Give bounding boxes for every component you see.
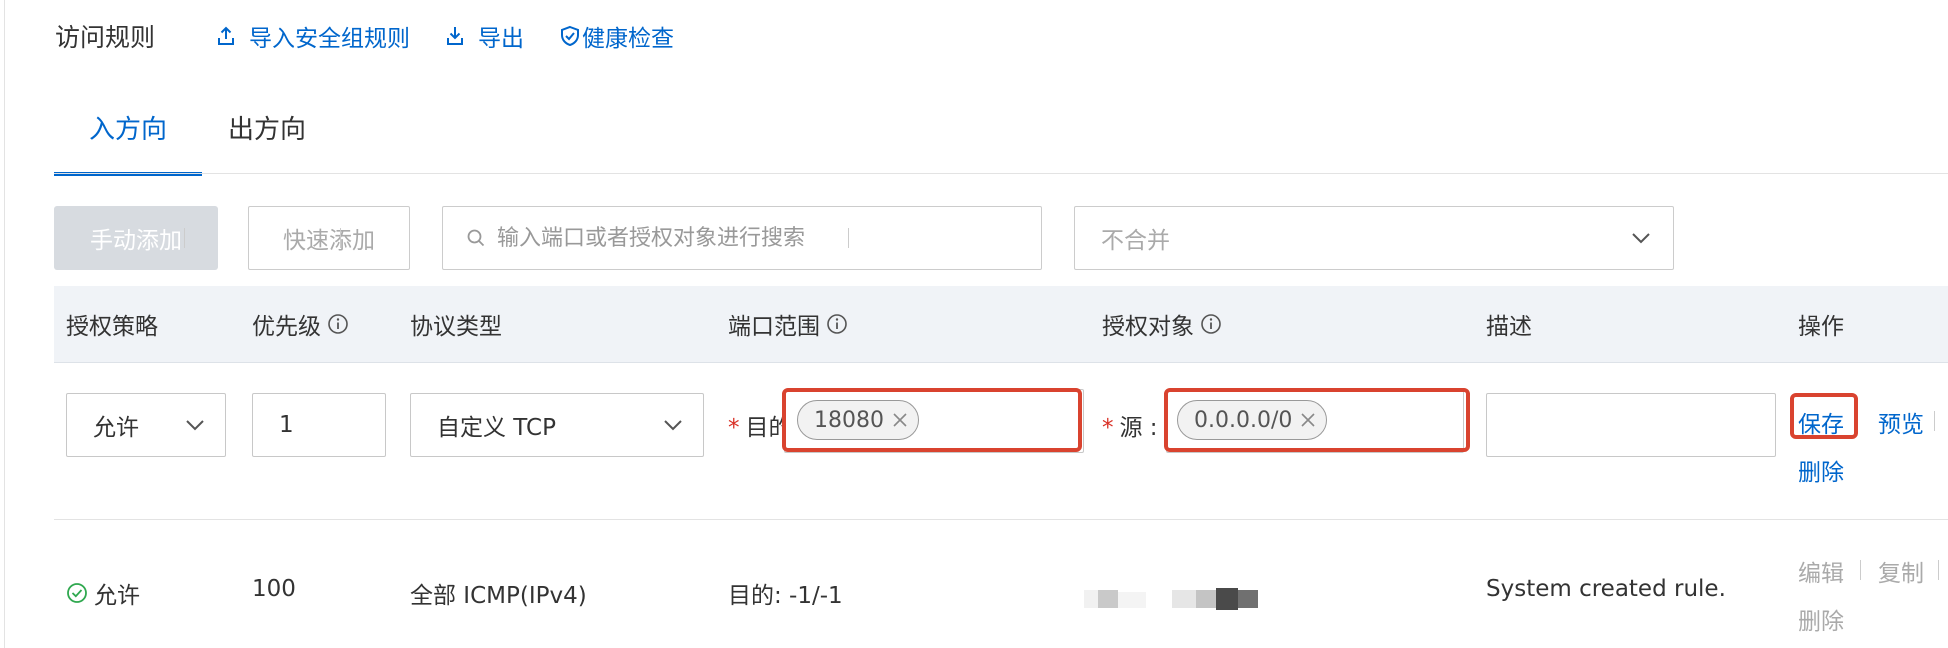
delete-link[interactable]: 删除 bbox=[1798, 602, 1844, 636]
import-rules-label: 导入安全组规则 bbox=[249, 26, 411, 52]
column-header-description: 描述 bbox=[1486, 286, 1532, 362]
column-header-actions: 操作 bbox=[1798, 286, 1844, 362]
search-icon bbox=[467, 229, 485, 247]
column-label: 操作 bbox=[1798, 314, 1844, 340]
action-separator bbox=[1860, 560, 1861, 580]
manual-add-button[interactable]: 手动添加 bbox=[54, 206, 218, 270]
quick-add-button[interactable]: 快速添加 bbox=[248, 206, 410, 270]
protocol-select-value: 自定义 TCP bbox=[437, 415, 556, 441]
toolbar: 手动添加 快速添加 不合并 bbox=[54, 206, 1674, 270]
direction-tabs: 入方向 出方向 bbox=[54, 106, 1948, 176]
export-label: 导出 bbox=[478, 26, 525, 52]
close-icon[interactable] bbox=[892, 412, 908, 428]
chevron-down-icon bbox=[663, 419, 683, 431]
tab-outbound[interactable]: 出方向 bbox=[202, 106, 332, 173]
import-rules-link[interactable]: 导入安全组规则 bbox=[217, 19, 410, 53]
column-label: 授权策略 bbox=[66, 314, 158, 340]
tab-inbound[interactable]: 入方向 bbox=[54, 106, 202, 176]
action-separator bbox=[1938, 560, 1939, 580]
chevron-down-icon bbox=[185, 419, 205, 431]
column-label: 优先级 bbox=[252, 314, 321, 340]
merge-select[interactable]: 不合并 bbox=[1074, 206, 1674, 270]
close-icon[interactable] bbox=[1300, 412, 1316, 428]
page-header: 访问规则 导入安全组规则 导出 健康检查 bbox=[55, 18, 710, 54]
info-icon[interactable] bbox=[327, 313, 349, 335]
priority-cell: 100 bbox=[252, 576, 296, 602]
auth-object-tag-value: 0.0.0.0/0 bbox=[1194, 407, 1293, 433]
table-header: 授权策略 优先级 协议类型 端口范围 授权对象 描述 操作 bbox=[54, 286, 1948, 363]
dest-label: * 目的 bbox=[728, 408, 792, 442]
policy-select[interactable]: 允许 bbox=[66, 393, 226, 457]
toolbar-separator bbox=[184, 228, 185, 248]
description-cell: System created rule. bbox=[1486, 576, 1726, 602]
port-tag: 18080 bbox=[797, 400, 919, 440]
tab-inbound-label: 入方向 bbox=[88, 115, 167, 145]
info-icon[interactable] bbox=[1200, 313, 1222, 335]
edit-link[interactable]: 编辑 bbox=[1798, 554, 1844, 588]
auth-object-tag: 0.0.0.0/0 bbox=[1177, 400, 1328, 440]
copy-link[interactable]: 复制 bbox=[1878, 554, 1924, 588]
column-header-port-range: 端口范围 bbox=[728, 286, 848, 362]
table-row: 允许 100 全部 ICMP(IPv4) 目的: -1/-1 System cr… bbox=[54, 520, 1948, 648]
source-label-text: 源 : bbox=[1119, 415, 1158, 441]
search-input[interactable] bbox=[495, 224, 1019, 252]
protocol-cell: 全部 ICMP(IPv4) bbox=[410, 583, 587, 609]
column-header-auth-object: 授权对象 bbox=[1102, 286, 1222, 362]
chevron-down-icon bbox=[1631, 232, 1651, 244]
toolbar-separator bbox=[848, 228, 849, 248]
download-icon bbox=[446, 26, 464, 46]
left-border bbox=[4, 0, 5, 648]
search-box[interactable] bbox=[442, 206, 1042, 270]
required-mark: * bbox=[728, 415, 740, 441]
shield-check-icon bbox=[560, 25, 580, 47]
port-tag-value: 18080 bbox=[814, 407, 884, 433]
column-label: 端口范围 bbox=[728, 314, 820, 340]
redacted-auth-object bbox=[1084, 588, 1258, 610]
column-label: 描述 bbox=[1486, 314, 1532, 340]
health-check-link[interactable]: 健康检查 bbox=[560, 19, 674, 53]
column-label: 协议类型 bbox=[410, 314, 502, 340]
save-link[interactable]: 保存 bbox=[1798, 405, 1844, 439]
priority-value: 1 bbox=[279, 412, 294, 438]
policy-select-value: 允许 bbox=[93, 415, 139, 441]
toolbar-separator bbox=[340, 228, 341, 248]
health-check-label: 健康检查 bbox=[582, 26, 675, 52]
info-icon[interactable] bbox=[826, 313, 848, 335]
merge-select-value: 不合并 bbox=[1101, 228, 1170, 254]
column-header-protocol: 协议类型 bbox=[410, 286, 502, 362]
policy-text: 允许 bbox=[94, 583, 140, 609]
export-link[interactable]: 导出 bbox=[446, 19, 524, 53]
table-row-editing: 允许 1 自定义 TCP *目的 18080 *源 : 0.0.0.0/0 bbox=[54, 363, 1948, 520]
column-label: 授权对象 bbox=[1102, 314, 1194, 340]
delete-link[interactable]: 删除 bbox=[1798, 453, 1844, 487]
column-header-policy: 授权策略 bbox=[66, 286, 158, 362]
description-input[interactable] bbox=[1486, 393, 1776, 457]
action-separator bbox=[1934, 411, 1935, 431]
required-mark: * bbox=[1102, 415, 1114, 441]
policy-status: 允许 bbox=[66, 576, 140, 610]
preview-link[interactable]: 预览 bbox=[1878, 405, 1924, 439]
check-circle-icon bbox=[66, 582, 88, 604]
source-label: * 源 : bbox=[1102, 408, 1158, 442]
upload-icon bbox=[217, 26, 235, 46]
tabs-divider bbox=[54, 173, 1948, 174]
tab-outbound-label: 出方向 bbox=[227, 115, 306, 145]
page-title: 访问规则 bbox=[55, 23, 156, 52]
priority-input[interactable]: 1 bbox=[252, 393, 386, 457]
protocol-select[interactable]: 自定义 TCP bbox=[410, 393, 704, 457]
port-range-input[interactable]: 18080 bbox=[784, 389, 1084, 453]
port-range-cell: 目的: -1/-1 bbox=[728, 583, 843, 609]
auth-object-input[interactable]: 0.0.0.0/0 bbox=[1166, 389, 1464, 453]
column-header-priority: 优先级 bbox=[252, 286, 349, 362]
